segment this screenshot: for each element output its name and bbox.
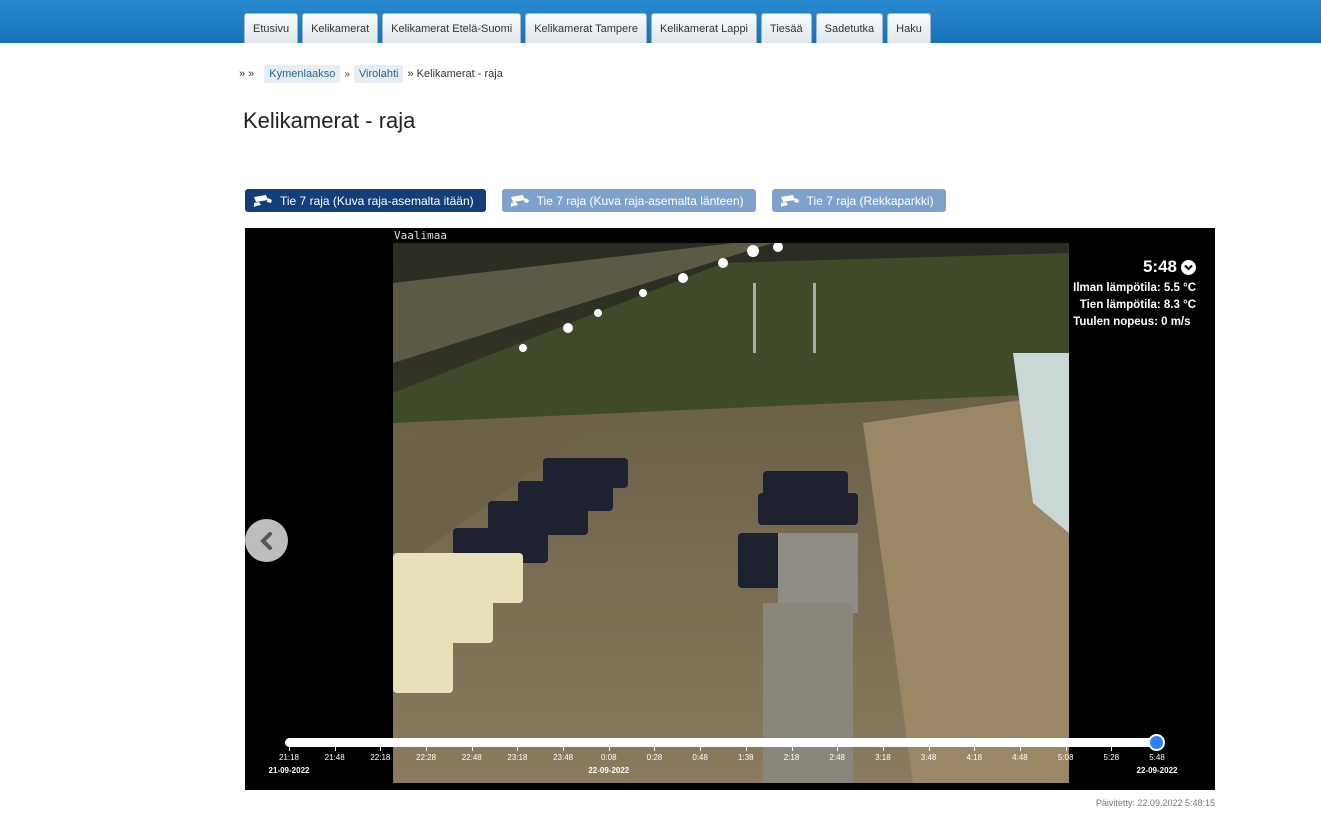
timeline-tick-label[interactable]: 22:18	[370, 753, 390, 762]
timeline-tick-mark	[471, 747, 473, 751]
timeline-tick-mark	[745, 747, 747, 751]
timeline-tick-mark	[289, 747, 290, 751]
timeline-tick-label[interactable]: 1:38	[738, 753, 754, 762]
timeline-date-label: 21-09-2022	[268, 766, 310, 775]
timeline-tick-mark	[928, 747, 930, 751]
timeline-tick-mark	[1065, 747, 1067, 751]
security-camera-icon	[510, 194, 529, 207]
timeline-slider-handle[interactable]	[1148, 734, 1165, 751]
chevron-down-icon[interactable]	[1181, 259, 1196, 275]
nav-tab-tiesaa[interactable]: Tiesää	[761, 13, 812, 43]
nav-tab-sadetutka[interactable]: Sadetutka	[815, 13, 884, 43]
breadcrumb-current: » Kelikamerat - raja	[407, 68, 503, 80]
nav-tab-etusivu[interactable]: Etusivu	[244, 13, 299, 43]
timeline-tick-label[interactable]: 23:18	[507, 753, 527, 762]
security-camera-icon	[254, 194, 272, 207]
timeline-tick-mark	[700, 747, 702, 751]
nav-tab-kelikamerat-lappi[interactable]: Kelikamerat Lappi	[650, 13, 758, 43]
timeline-tick-mark	[1019, 747, 1021, 751]
breadcrumb-prefix: » »	[239, 68, 255, 80]
timeline-tick-label[interactable]: 2:48	[829, 753, 845, 762]
timeline-date-label: 22-09-2022	[1136, 766, 1178, 775]
timeline-tick-label[interactable]: 5:08	[1058, 753, 1074, 762]
timeline-tick-label[interactable]: 21:48	[325, 753, 345, 762]
timeline-tick-label[interactable]: 4:48	[1012, 753, 1028, 762]
camera-tab-itaan[interactable]: Tie 7 raja (Kuva raja-asemalta itään)	[245, 189, 486, 212]
camera-viewer: Vaalimaa 5:48 Ilman lämpötila: 5.5 °C Ti…	[245, 228, 1215, 790]
main-nav: Etusivu Kelikamerat Kelikamerat Etelä-Su…	[244, 13, 931, 43]
camera-image	[393, 243, 1069, 783]
timeline-tick-label[interactable]: 4:18	[966, 753, 982, 762]
camera-tab-label: Tie 7 raja (Kuva raja-asemalta itään)	[280, 193, 474, 208]
timeline-tick-label[interactable]: 23:48	[553, 753, 573, 762]
timeline-tick-mark	[608, 747, 610, 751]
camera-location-label: Vaalimaa	[394, 229, 447, 242]
timeline-tick-label[interactable]: 0:48	[692, 753, 708, 762]
chevron-left-icon	[259, 531, 272, 550]
nav-tab-kelikamerat-tampere[interactable]: Kelikamerat Tampere	[525, 13, 647, 43]
timeline-tick-mark	[882, 747, 884, 751]
breadcrumb-link-virolahti[interactable]: Virolahti	[353, 65, 404, 83]
timeline-tick-mark	[837, 747, 839, 751]
timeline-tick-mark	[334, 747, 336, 751]
timeline-tick-label[interactable]: 22:28	[416, 753, 436, 762]
nav-tab-kelikamerat-etela-suomi[interactable]: Kelikamerat Etelä-Suomi	[382, 13, 522, 43]
breadcrumb: » » Kymenlaakso » Virolahti » Kelikamera…	[239, 65, 503, 83]
page-title: Kelikamerat - raja	[243, 108, 416, 133]
timeline-tick-label[interactable]: 3:18	[875, 753, 891, 762]
breadcrumb-separator: »	[344, 68, 350, 80]
camera-tab-label: Tie 7 raja (Kuva raja-asemalta länteen)	[536, 193, 744, 208]
nav-tab-haku[interactable]: Haku	[887, 13, 931, 43]
timeline-slider-track[interactable]	[285, 738, 1159, 747]
timeline-tick-mark	[380, 747, 382, 751]
timeline-tick-mark	[1111, 747, 1113, 751]
timeline-tick-label[interactable]: 5:48	[1149, 753, 1165, 762]
breadcrumb-link-kymenlaakso[interactable]: Kymenlaakso	[264, 65, 341, 83]
timeline-tick-mark	[791, 747, 793, 751]
last-updated: Päivitetty: 22.09.2022 5:48:15	[1095, 798, 1215, 808]
wind-speed: Tuulen nopeus: 0 m/s	[1073, 316, 1191, 328]
nav-tab-kelikamerat[interactable]: Kelikamerat	[302, 13, 379, 43]
timeline-tick-label[interactable]: 5:28	[1104, 753, 1120, 762]
image-time: 5:48	[1142, 257, 1177, 276]
camera-tab-rekkaparkki[interactable]: Tie 7 raja (Rekkaparkki)	[771, 189, 946, 212]
timeline-tick-mark	[654, 747, 656, 751]
previous-image-button[interactable]	[245, 519, 288, 562]
timeline-tick-mark	[517, 747, 519, 751]
timeline-tick-label[interactable]: 22:48	[462, 753, 482, 762]
timeline-tick-label[interactable]: 0:08	[601, 753, 617, 762]
timeline-tick-mark	[974, 747, 976, 751]
camera-tab-label: Tie 7 raja (Rekkaparkki)	[806, 193, 934, 208]
timeline-tick-label[interactable]: 0:28	[647, 753, 663, 762]
road-temperature: Tien lämpötila: 8.3 °C	[1079, 299, 1196, 311]
security-camera-icon	[780, 194, 799, 207]
timeline-tick-label[interactable]: 21:18	[279, 753, 299, 762]
timeline-date-label: 22-09-2022	[588, 766, 630, 775]
timeline-tick-label[interactable]: 3:48	[921, 753, 937, 762]
camera-tabs: Tie 7 raja (Kuva raja-asemalta itään) Ti…	[245, 189, 946, 212]
camera-tab-lanteen[interactable]: Tie 7 raja (Kuva raja-asemalta länteen)	[501, 189, 756, 212]
timeline-tick-mark	[426, 747, 428, 751]
weather-info: 5:48 Ilman lämpötila: 5.5 °C Tien lämpöt…	[1073, 257, 1196, 328]
timeline-tick-label[interactable]: 2:18	[784, 753, 800, 762]
timeline-tick-mark	[563, 747, 565, 751]
air-temperature: Ilman lämpötila: 5.5 °C	[1073, 282, 1196, 294]
